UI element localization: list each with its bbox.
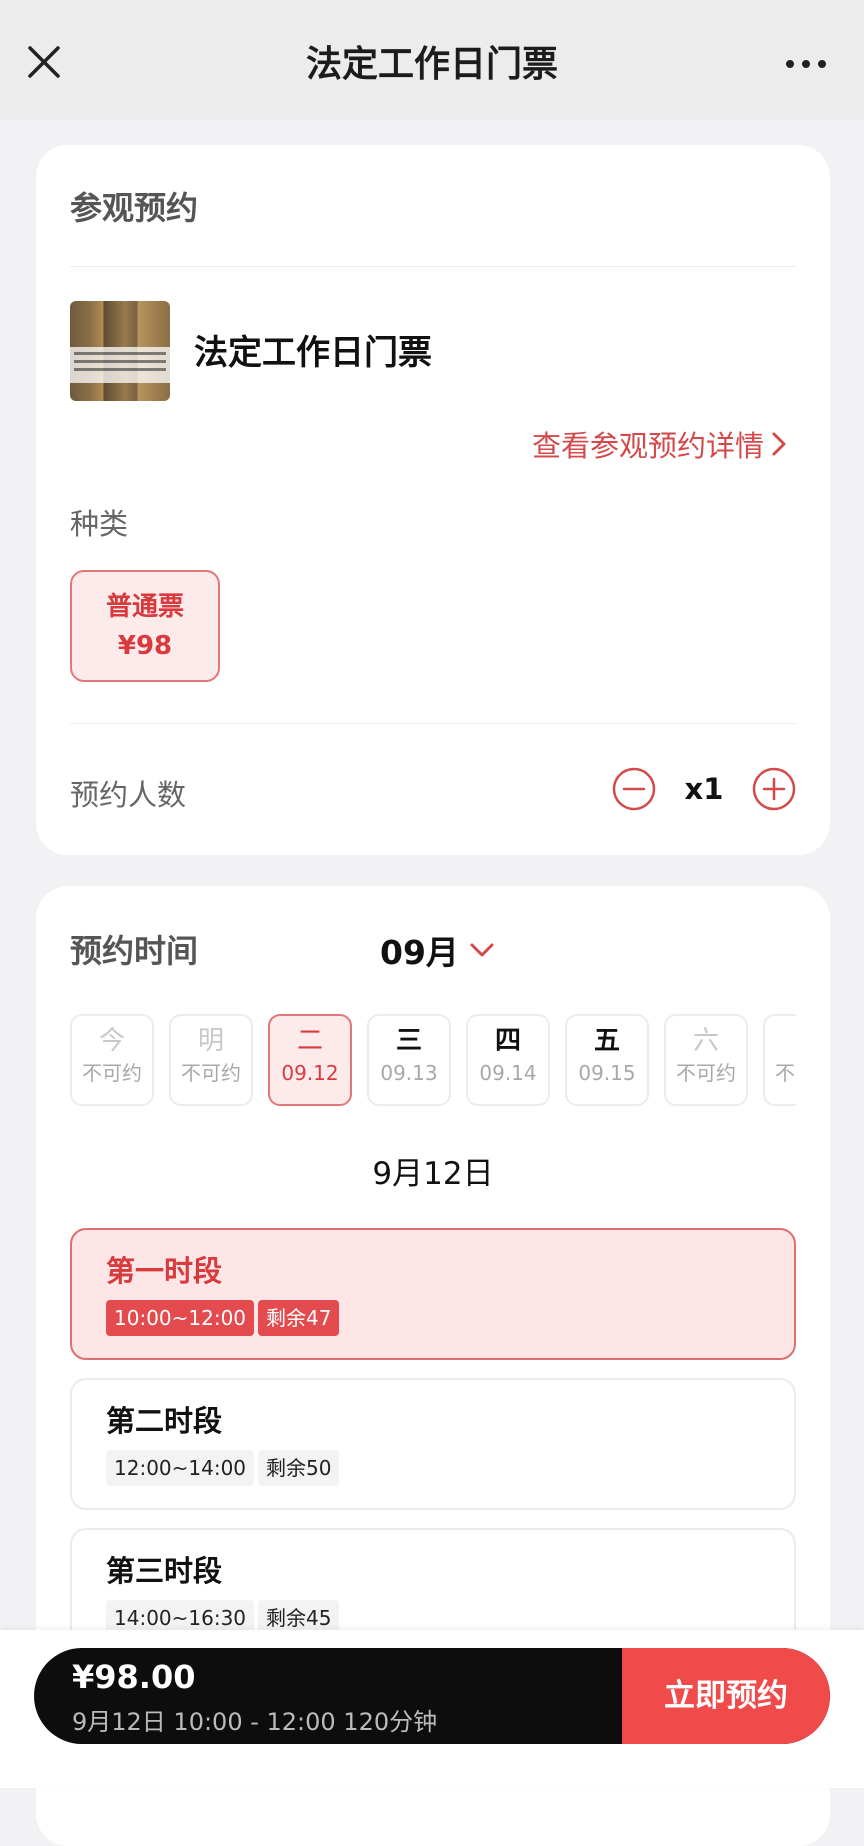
date-sub-label: 不可约 xyxy=(676,1061,736,1085)
date-sub-label: 不可约 xyxy=(82,1061,142,1085)
quantity-value: x1 xyxy=(684,772,724,806)
minus-button[interactable] xyxy=(612,767,656,811)
page-title: 法定工作日门票 xyxy=(305,44,558,85)
date-strip[interactable]: 今 不可约 明 不可约 二 09.12 三 09.13 四 09.14 五 09… xyxy=(70,1014,796,1106)
date-tile-0915[interactable]: 五 09.15 xyxy=(565,1014,649,1106)
time-slot-1[interactable]: 第一时段 10:00~12:00 剩余47 xyxy=(70,1228,796,1360)
divider xyxy=(70,723,796,724)
view-details-link[interactable]: 查看参观预约详情 xyxy=(532,423,788,465)
date-tile-sunday[interactable]: 日 不可约 xyxy=(763,1014,796,1106)
date-tile-0912[interactable]: 二 09.12 xyxy=(268,1014,352,1106)
weekday-label: 今 xyxy=(98,1026,125,1056)
time-slot-2[interactable]: 第二时段 12:00~14:00 剩余50 xyxy=(70,1378,796,1510)
date-sub-label: 不可约 xyxy=(181,1061,241,1085)
date-tile-saturday[interactable]: 六 不可约 xyxy=(664,1014,748,1106)
plus-button[interactable] xyxy=(752,767,796,811)
weekday-label: 五 xyxy=(593,1026,620,1056)
weekday-label: 二 xyxy=(296,1026,323,1056)
slot-name: 第二时段 xyxy=(106,1404,223,1438)
slot-name: 第三时段 xyxy=(106,1554,223,1588)
date-sub-label: 09.14 xyxy=(479,1061,537,1085)
selected-date-heading: 9月12日 xyxy=(372,1156,494,1192)
type-label: 种类 xyxy=(70,507,129,541)
bottom-bar: ¥98.00 9月12日 10:00 - 12:00 120分钟 立即预约 xyxy=(0,1630,864,1788)
divider xyxy=(70,266,796,267)
count-label: 预约人数 xyxy=(70,778,187,812)
total-price: ¥98.00 xyxy=(72,1658,196,1696)
date-tile-0914[interactable]: 四 09.14 xyxy=(466,1014,550,1106)
booking-section-title: 参观预约 xyxy=(70,189,199,227)
slot-remaining-badge: 剩余50 xyxy=(258,1450,340,1486)
top-bar: 法定工作日门票 xyxy=(0,0,864,120)
booking-summary: 9月12日 10:00 - 12:00 120分钟 xyxy=(72,1708,438,1736)
date-sub-label: 09.15 xyxy=(578,1061,636,1085)
date-sub-label: 不可约 xyxy=(775,1061,796,1085)
ticket-thumbnail xyxy=(70,301,170,401)
weekday-label: 明 xyxy=(197,1026,224,1056)
slot-remaining-badge: 剩余47 xyxy=(258,1300,340,1336)
weekday-label: 三 xyxy=(395,1026,422,1056)
chevron-right-icon xyxy=(772,432,786,456)
weekday-label: 六 xyxy=(692,1026,719,1056)
schedule-section-title: 预约时间 xyxy=(70,932,199,970)
date-tile-tomorrow[interactable]: 明 不可约 xyxy=(169,1014,253,1106)
weekday-label: 日 xyxy=(765,1026,796,1056)
date-sub-label: 09.13 xyxy=(380,1061,438,1085)
slot-name: 第一时段 xyxy=(106,1254,223,1288)
month-label: 09月 xyxy=(380,933,459,972)
view-details-label: 查看参观预约详情 xyxy=(531,429,764,463)
book-now-button[interactable]: 立即预约 xyxy=(622,1648,830,1744)
ticket-type-option[interactable]: 普通票 ¥98 xyxy=(70,570,220,682)
date-tile-today[interactable]: 今 不可约 xyxy=(70,1014,154,1106)
slot-time-badge: 12:00~14:00 xyxy=(106,1450,255,1486)
booking-card: 参观预约 法定工作日门票 查看参观预约详情 种类 普通票 ¥98 预约人数 x1 xyxy=(36,145,830,855)
checkout-bar: ¥98.00 9月12日 10:00 - 12:00 120分钟 立即预约 xyxy=(34,1648,830,1744)
date-tile-0913[interactable]: 三 09.13 xyxy=(367,1014,451,1106)
ticket-type-price: ¥98 xyxy=(117,631,173,661)
ticket-name: 法定工作日门票 xyxy=(194,333,432,373)
quantity-stepper: x1 xyxy=(612,767,796,811)
slot-time-badge: 10:00~12:00 xyxy=(106,1300,255,1336)
month-selector[interactable]: 09月 xyxy=(380,926,495,974)
more-options-icon[interactable] xyxy=(784,56,828,72)
chevron-down-icon xyxy=(470,943,494,957)
ticket-type-name: 普通票 xyxy=(105,592,184,622)
date-sub-label: 09.12 xyxy=(281,1061,339,1085)
weekday-label: 四 xyxy=(494,1026,521,1056)
